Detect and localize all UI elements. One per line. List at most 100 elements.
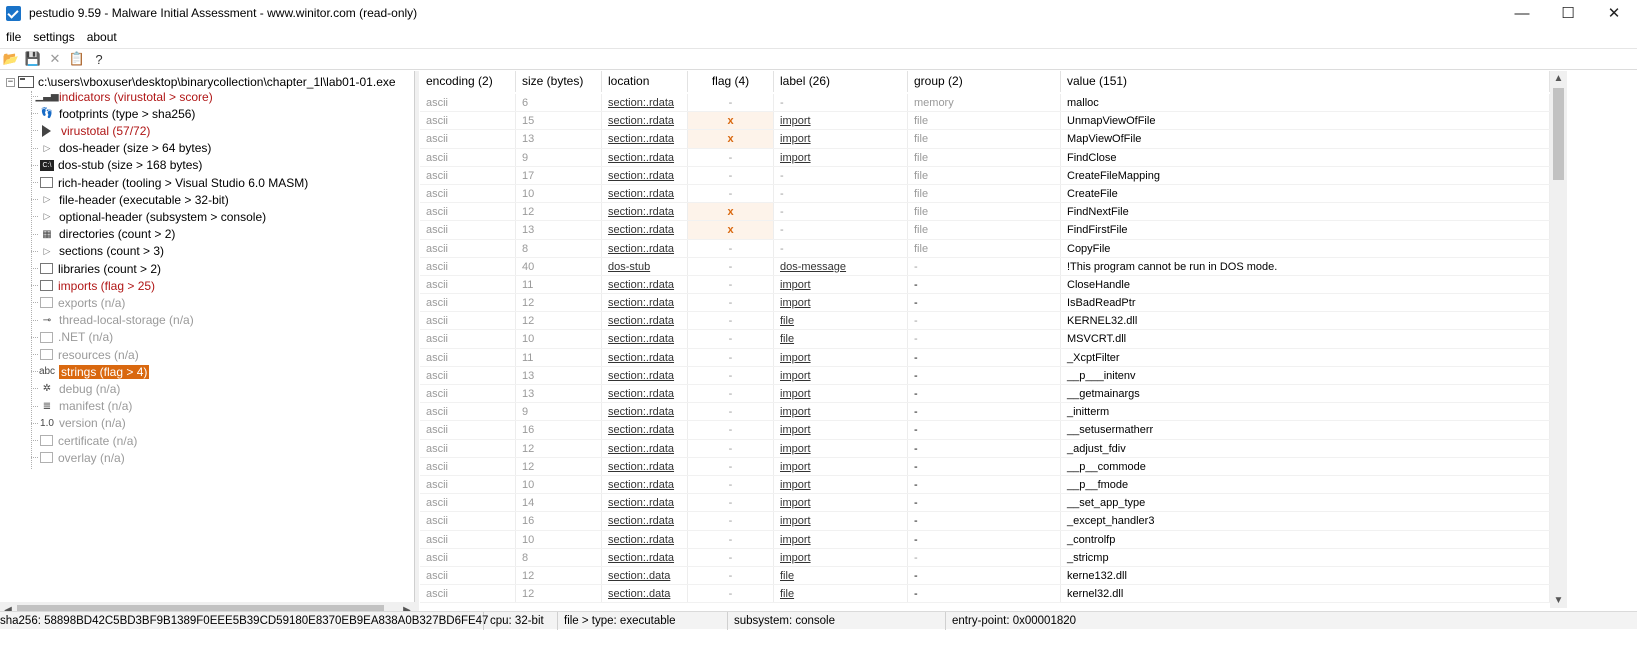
table-row[interactable]: ascii 10 section:.rdata - - file CreateFile — [420, 184, 1550, 204]
column-header-value[interactable]: value (151) — [1061, 71, 1550, 92]
table-row[interactable]: ascii 12 section:.rdata x - file FindNextFile — [420, 203, 1550, 222]
table-row[interactable]: ascii 11 section:.rdata - import - CloseHandle — [420, 275, 1550, 295]
cell-location[interactable]: section:.rdata — [602, 494, 688, 512]
tree-item[interactable]: abc strings (flag > 4) — [31, 363, 150, 380]
save-icon[interactable]: 💾 — [24, 50, 42, 68]
cell-label[interactable]: import — [774, 294, 908, 312]
cell-location[interactable]: section:.rdata — [602, 512, 688, 530]
cell-label[interactable]: import — [774, 148, 908, 166]
copy-icon[interactable]: 📋 — [68, 50, 86, 68]
minimize-button[interactable]: — — [1499, 0, 1545, 26]
tree-pane[interactable]: − c:\users\vboxuser\desktop\binarycollec… — [0, 71, 415, 618]
table-row[interactable]: ascii 15 section:.rdata x import file UnmapVie… — [420, 112, 1550, 131]
tree-item[interactable]: rich-header (tooling > Visual Studio 6.0… — [31, 174, 308, 191]
table-row[interactable]: ascii 40 dos-stub - dos-message - !This progra… — [420, 257, 1550, 276]
cell-location[interactable]: section:.rdata — [602, 385, 688, 403]
table-row[interactable]: ascii 12 section:.data - file - kernel32.dll — [420, 585, 1550, 604]
cell-location[interactable]: section:.rdata — [602, 366, 688, 384]
cell-location[interactable]: section:.rdata — [602, 403, 688, 421]
tree-item[interactable]: ⊸ thread-local-storage (n/a) — [31, 312, 194, 329]
cell-label[interactable]: import — [774, 385, 908, 403]
tree-item[interactable]: ≣ manifest (n/a) — [31, 398, 132, 415]
close-window-button[interactable]: ✕ — [1591, 0, 1637, 26]
tree-item[interactable]: libraries (count > 2) — [31, 260, 161, 277]
cell-label[interactable]: import — [774, 512, 908, 530]
cell-location[interactable]: section:.rdata — [602, 294, 688, 312]
table-vertical-scrollbar[interactable]: ▲ ▼ — [1550, 71, 1567, 608]
tree-item[interactable]: ▷ sections (count > 3) — [31, 243, 164, 260]
scroll-down-icon[interactable]: ▼ — [1550, 595, 1567, 606]
cell-label[interactable]: import — [774, 403, 908, 421]
column-header-location[interactable]: location — [602, 71, 688, 92]
cell-location[interactable]: section:.rdata — [602, 548, 688, 566]
table-row[interactable]: ascii 10 section:.rdata - import - _controlfp — [420, 530, 1550, 549]
pane-splitter[interactable] — [415, 71, 419, 618]
cell-label[interactable]: file — [774, 585, 908, 603]
tree-item[interactable]: ▷ file-header (executable > 32-bit) — [31, 191, 229, 208]
cell-label[interactable]: import — [774, 275, 908, 294]
tree-item[interactable]: ▦ directories (count > 2) — [31, 226, 175, 243]
table-row[interactable]: ascii 13 section:.rdata - import - __p___inite… — [420, 366, 1550, 385]
cell-location[interactable]: section:.rdata — [602, 312, 688, 330]
table-row[interactable]: ascii 6 section:.rdata - - memory malloc — [420, 94, 1550, 113]
tree-item[interactable]: .NET (n/a) — [31, 329, 113, 346]
tree-item[interactable]: virustotal (57/72) — [31, 122, 150, 139]
cell-label[interactable]: file — [774, 330, 908, 348]
table-row[interactable]: ascii 12 section:.rdata - import - _adjust_fdi… — [420, 439, 1550, 458]
table-row[interactable]: ascii 9 section:.rdata - import - _initterm — [420, 403, 1550, 422]
scroll-up-icon[interactable]: ▲ — [1550, 73, 1567, 84]
cell-location[interactable]: section:.rdata — [602, 330, 688, 348]
cell-label[interactable]: import — [774, 130, 908, 148]
column-header-label[interactable]: label (26) — [774, 71, 908, 92]
table-row[interactable]: ascii 11 section:.rdata - import - _XcptFilter — [420, 348, 1550, 367]
cell-location[interactable]: section:.rdata — [602, 184, 688, 203]
table-row[interactable]: ascii 13 section:.rdata x import file MapViewO… — [420, 130, 1550, 149]
column-header-flag[interactable]: flag (4) — [688, 71, 774, 92]
help-icon[interactable]: ? — [90, 50, 108, 68]
cell-label[interactable]: import — [774, 348, 908, 366]
maximize-button[interactable]: ☐ — [1545, 0, 1591, 26]
tree-item[interactable]: exports (n/a) — [31, 294, 125, 311]
cell-location[interactable]: section:.rdata — [602, 530, 688, 548]
tree-item[interactable]: imports (flag > 25) — [31, 277, 155, 294]
cell-label[interactable]: - — [774, 203, 908, 221]
menu-settings[interactable]: settings — [27, 30, 80, 44]
table-row[interactable]: ascii 17 section:.rdata - - file CreateFileMap… — [420, 166, 1550, 185]
cell-label[interactable]: - — [774, 166, 908, 184]
collapse-icon[interactable]: − — [6, 77, 15, 87]
cell-location[interactable]: section:.data — [602, 585, 688, 603]
cell-label[interactable]: file — [774, 312, 908, 330]
cell-location[interactable]: section:.rdata — [602, 348, 688, 366]
cell-location[interactable]: section:.rdata — [602, 475, 688, 494]
table-row[interactable]: ascii 9 section:.rdata - import file FindClose — [420, 148, 1550, 167]
table-row[interactable]: ascii 12 section:.rdata - import - IsBadReadPt… — [420, 294, 1550, 313]
open-folder-icon[interactable]: 📂 — [2, 50, 20, 68]
tree-item[interactable]: ▷ optional-header (subsystem > console) — [31, 208, 266, 225]
cell-label[interactable]: - — [774, 184, 908, 203]
menu-file[interactable]: file — [0, 30, 27, 44]
cell-location[interactable]: section:.rdata — [602, 166, 688, 184]
cell-location[interactable]: section:.rdata — [602, 130, 688, 148]
cell-location[interactable]: section:.rdata — [602, 421, 688, 439]
table-row[interactable]: ascii 16 section:.rdata - import - _except_han… — [420, 512, 1550, 531]
tree-item[interactable]: ▁▃▅ indicators (virustotal > score) — [31, 88, 213, 105]
cell-location[interactable]: section:.rdata — [602, 239, 688, 257]
tree-item[interactable]: resources (n/a) — [31, 346, 139, 363]
cell-label[interactable]: - — [774, 94, 908, 112]
table-row[interactable]: ascii 14 section:.rdata - import - __set_app_t… — [420, 494, 1550, 513]
table-row[interactable]: ascii 8 section:.rdata - import - _stricmp — [420, 548, 1550, 567]
tree-item[interactable]: certificate (n/a) — [31, 432, 137, 449]
cell-location[interactable]: section:.rdata — [602, 275, 688, 294]
cell-location[interactable]: section:.rdata — [602, 457, 688, 475]
tree-item[interactable]: ✲ debug (n/a) — [31, 380, 120, 397]
column-header-group[interactable]: group (2) — [908, 71, 1061, 92]
tree-item[interactable]: ▷ dos-header (size > 64 bytes) — [31, 140, 211, 157]
cell-location[interactable]: section:.rdata — [602, 439, 688, 457]
table-row[interactable]: ascii 10 section:.rdata - import - __p__fmode — [420, 475, 1550, 495]
cell-label[interactable]: dos-message — [774, 257, 908, 275]
tree-item[interactable]: overlay (n/a) — [31, 449, 125, 466]
scroll-thumb[interactable] — [1553, 88, 1564, 180]
cell-location[interactable]: section:.rdata — [602, 203, 688, 221]
tree-item[interactable]: 👣 footprints (type > sha256) — [31, 105, 195, 122]
table-row[interactable]: ascii 13 section:.rdata x - file FindFirstFile — [420, 221, 1550, 240]
